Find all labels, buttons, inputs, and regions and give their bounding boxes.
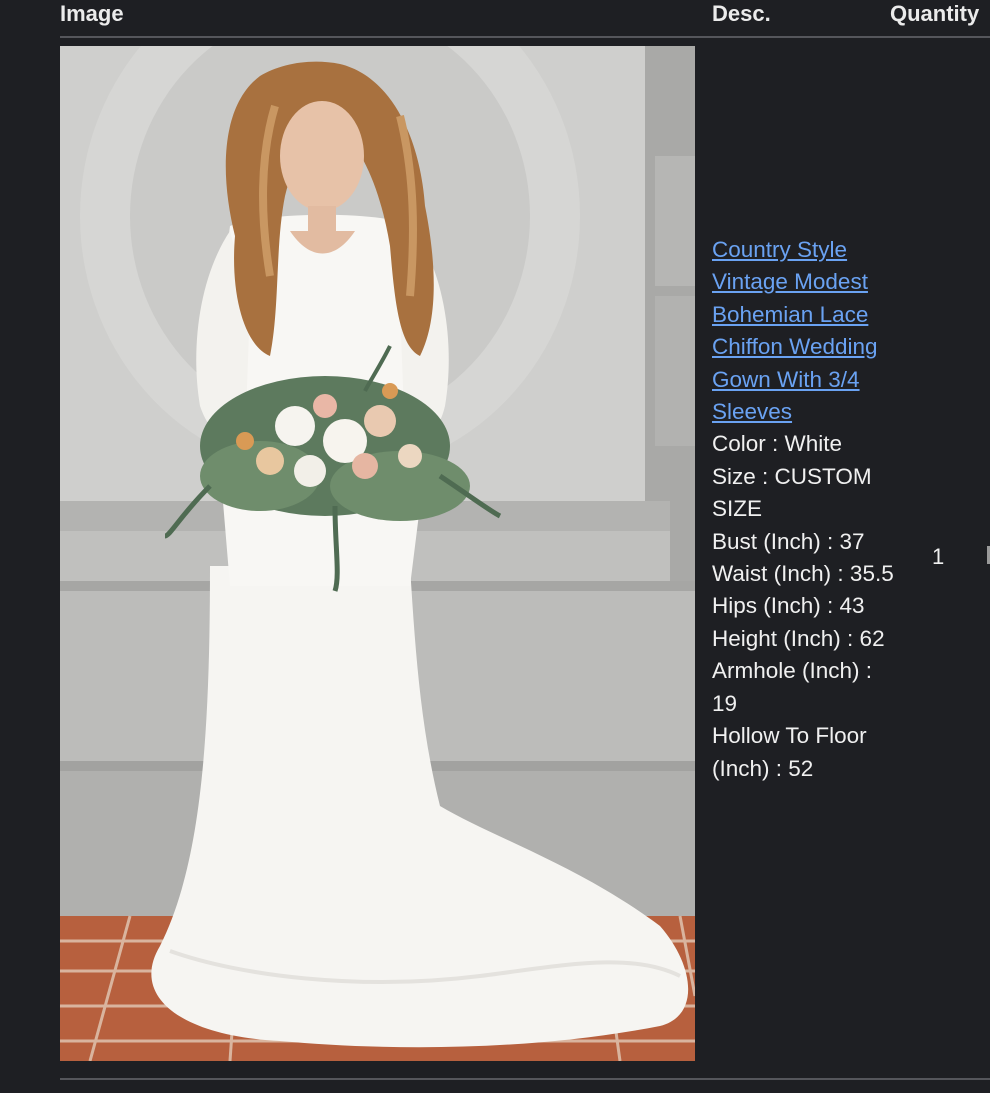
item-attribute: Color : White [712,431,843,457]
item-attribute: Size : CUSTOM SIZE [712,463,872,522]
product-title-link[interactable]: Country Style Vintage Modest Bohemian La… [712,234,902,428]
order-items-table: Image Desc. Quantity Country Style Vinta… [0,0,990,1093]
item-attribute: Height (Inch) : 62 [712,625,885,651]
item-quantity: 1 [932,544,945,569]
item-attribute: Hollow To Floor (Inch) : 52 [712,723,867,781]
item-attribute: Armhole (Inch) : 19 [712,658,873,716]
item-attribute: Waist (Inch) : 35.5 [712,561,894,587]
header-desc: Desc. [712,1,771,26]
item-description: Country Style Vintage Modest Bohemian La… [712,234,902,785]
item-attribute: Bust (Inch) : 37 [712,528,865,554]
wedding-dress-photo [60,46,695,1061]
product-image[interactable] [60,46,695,1061]
table-header-row: Image Desc. Quantity [60,0,990,38]
header-image: Image [60,1,124,26]
header-quantity: Quantity [890,1,980,26]
table-row: Country Style Vintage Modest Bohemian La… [60,38,990,1080]
item-attribute: Hips (Inch) : 43 [712,593,865,619]
